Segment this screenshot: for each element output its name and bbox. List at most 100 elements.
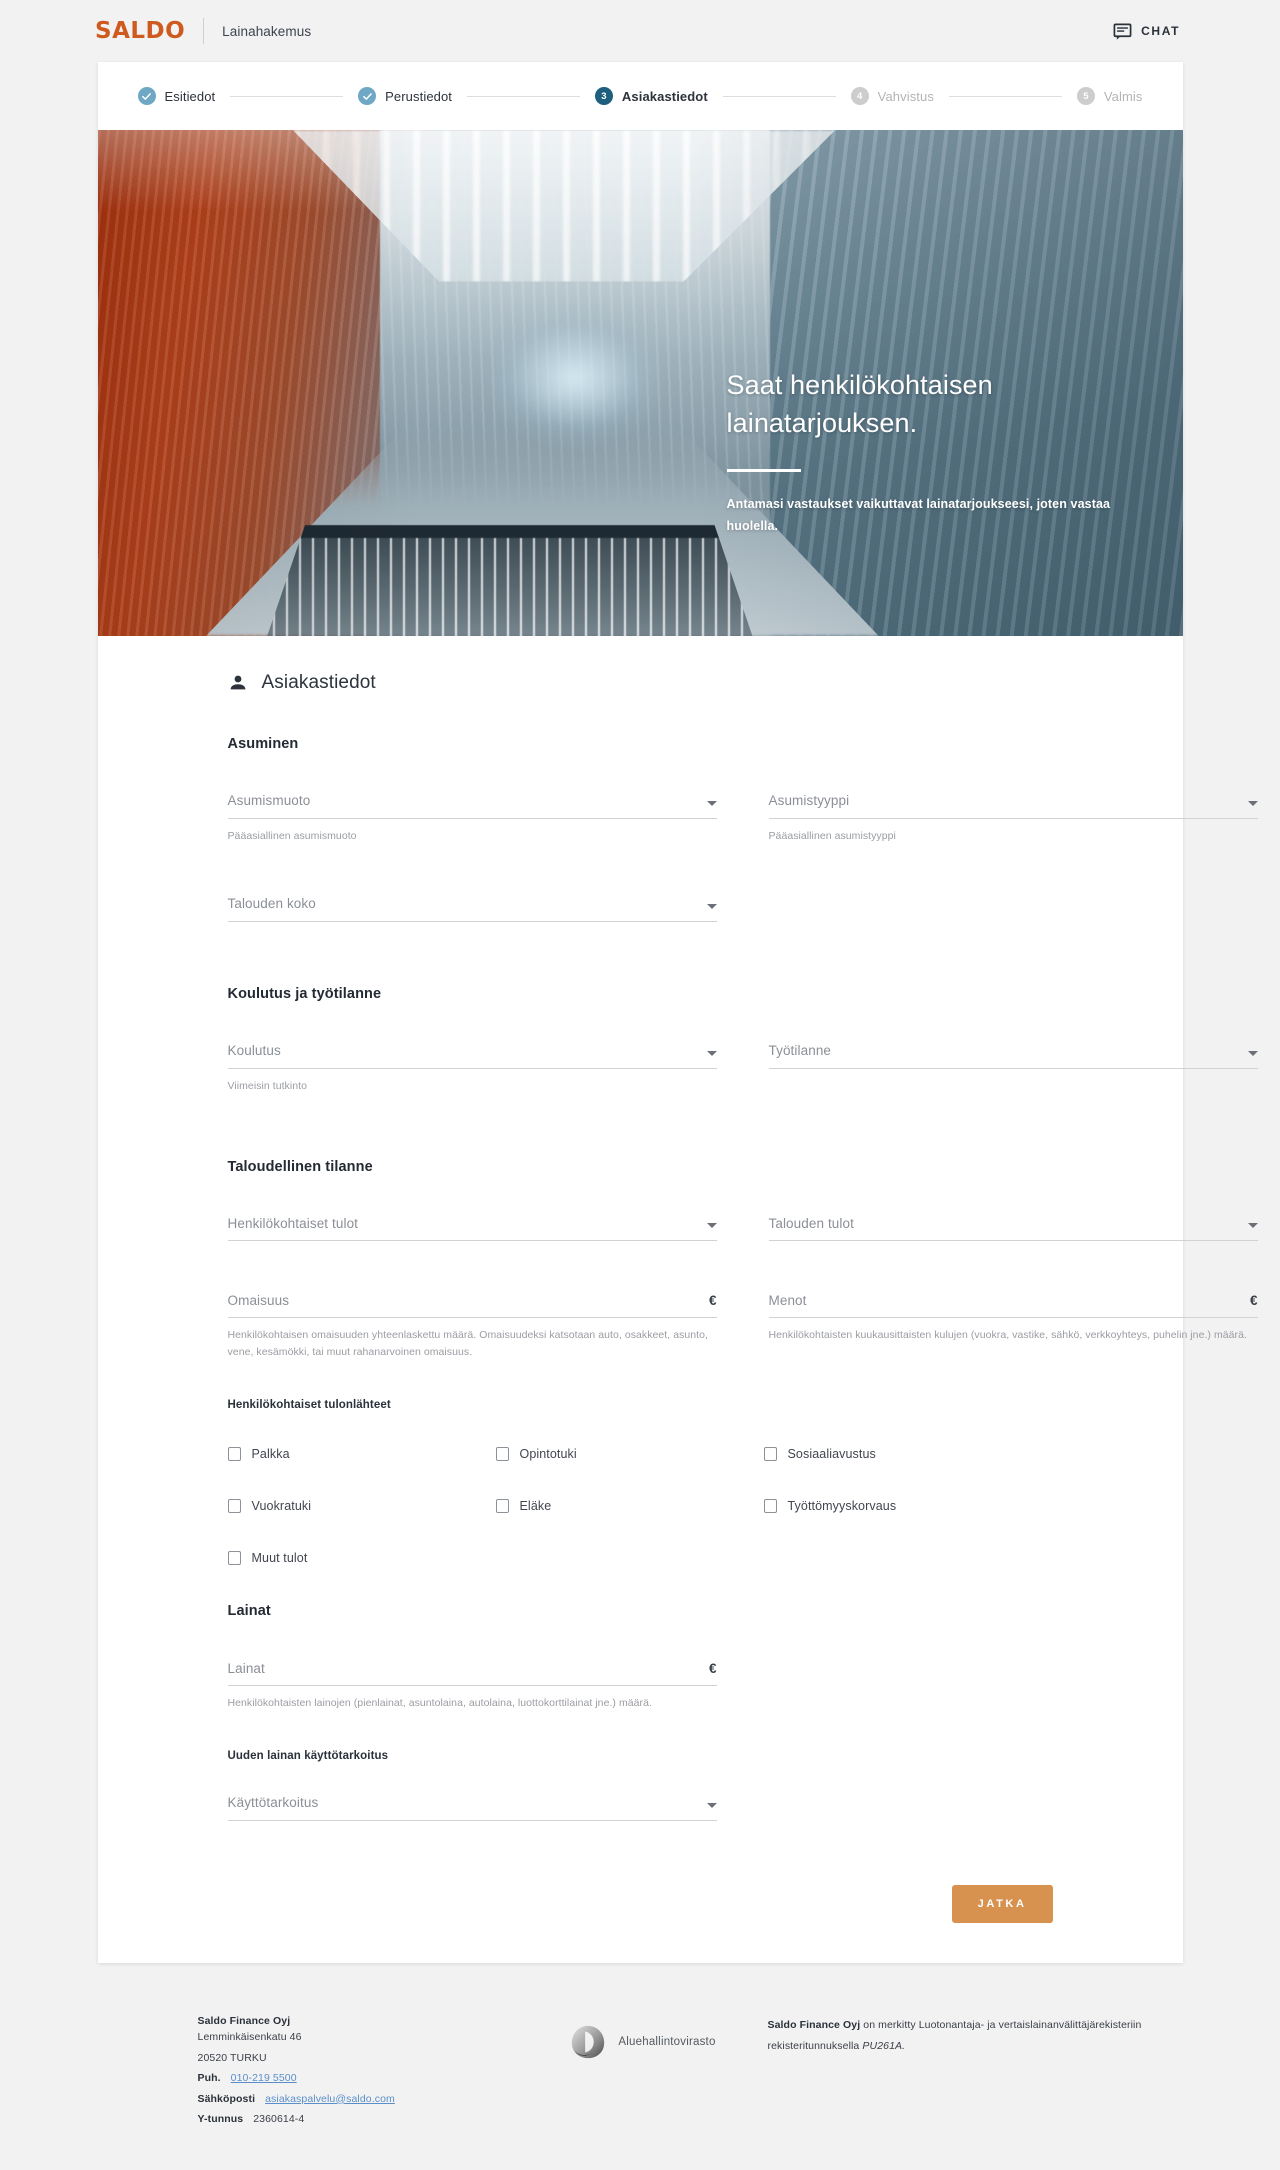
brand-group: SALDO Lainahakemus [95,18,311,44]
chevron-down-icon[interactable] [706,1223,717,1229]
hero-divider [726,468,801,472]
step-4-label: Vahvistus [877,88,934,104]
footer-phone-link[interactable]: 010-219 5500 [231,2068,297,2088]
field-menot[interactable]: Menot € Henkilökohtaisten kuukausittaist… [768,1292,1258,1344]
checkbox-elake[interactable]: Eläke [495,1499,764,1514]
euro-symbol-icon: € [708,1293,717,1309]
field-henkilokohtaiset-tulot[interactable]: Henkilökohtaiset tulot [227,1215,717,1242]
step-connector-4 [948,95,1062,97]
app-title: Lainahakemus [222,23,312,39]
field-omaisuus[interactable]: Omaisuus € Henkilökohtaisen omaisuuden y… [227,1292,717,1361]
footer-email-link[interactable]: asiakaspalvelu@saldo.com [265,2089,395,2109]
chevron-down-icon[interactable] [1247,800,1258,806]
field-tyotilanne[interactable]: Työtilanne [768,1043,1258,1069]
chevron-down-icon[interactable] [1247,1050,1258,1056]
footer-registry-note: Saldo Finance Oyj on merkitty Luotonanta… [768,2015,1183,2056]
step-perustiedot[interactable]: Perustiedot [358,87,452,105]
footer-company-name: Saldo Finance Oyj [197,2015,291,2028]
section-title-koulutus: Koulutus ja työtilanne [227,985,382,1002]
field-omaisuus-help: Henkilökohtaisen omaisuuden yhteenlasket… [227,1329,708,1359]
avi-logo-icon [569,2023,607,2061]
field-lainat[interactable]: Lainat € Henkilökohtaisten lainojen (pie… [227,1661,717,1712]
footer-email-row: Sähköposti asiakaspalvelu@saldo.com [198,2089,518,2109]
step-asiakastiedot[interactable]: 3 Asiakastiedot [594,87,708,105]
field-tyotilanne-col: Työtilanne [768,1043,1258,1103]
checkbox-elake-label: Eläke [519,1499,552,1514]
talous-row-2: Omaisuus € Henkilökohtaisen omaisuuden y… [227,1292,1258,1369]
avi-name: Aluehallintovirasto [618,2036,716,2049]
step-vahvistus[interactable]: 4 Vahvistus [850,87,934,105]
person-icon [228,673,248,693]
step-1-label: Esitiedot [164,88,216,104]
chevron-down-icon[interactable] [706,1803,717,1809]
checkbox-opintotuki[interactable]: Opintotuki [495,1447,764,1462]
step-esitiedot[interactable]: Esitiedot [137,87,216,105]
field-omaisuus-label: Omaisuus [227,1292,290,1308]
checkbox-icon[interactable] [227,1447,241,1462]
field-menot-help: Henkilökohtaisten kuukausittaisten kuluj… [768,1329,1247,1342]
footer-company-info: Saldo Finance Oyj Lemminkäisenkatu 46 20… [98,2015,518,2129]
footer-phone-label: Puh. [197,2072,221,2085]
hero-title: Saat henkilökohtaisen lainatarjouksen. [726,370,993,439]
field-omaisuus-col: Omaisuus € Henkilökohtaisen omaisuuden y… [227,1292,717,1369]
field-lainat-col: Lainat € Henkilökohtaisten lainojen (pie… [227,1661,717,1720]
step-3-label: Asiakastiedot [621,88,708,104]
field-kayttotarkoitus[interactable]: Käyttötarkoitus [227,1795,717,1822]
step-2-label: Perustiedot [385,88,453,104]
hero-subtitle: Antamasi vastaukset vaikuttavat lainatar… [726,496,1111,533]
field-menot-col: Menot € Henkilökohtaisten kuukausittaist… [768,1292,1258,1369]
chat-button[interactable]: CHAT [1113,22,1180,41]
field-koulutus[interactable]: Koulutus Viimeisin tutkinto [227,1043,717,1095]
footer-note-company: Saldo Finance Oyj [767,2019,861,2032]
footer-authority-logo-block: Aluehallintovirasto [518,2015,768,2061]
field-talouden-koko-label: Talouden koko [227,895,316,911]
field-asumistyyppi[interactable]: Asumistyyppi Pääasiallinen asumistyyppi [768,793,1258,845]
field-talouden-tulot[interactable]: Talouden tulot [768,1216,1258,1242]
saldo-logo[interactable]: SALDO [95,18,185,44]
income-sources-label: Henkilökohtaiset tulonlähteet [227,1399,391,1412]
field-asumismuoto-help: Pääasiallinen asumismuoto [227,829,357,842]
hero-content: Saat henkilökohtaisen lainatarjouksen. A… [726,366,1127,537]
chevron-down-icon[interactable] [1247,1223,1258,1229]
customer-details-form: Asiakastiedot Asuminen Asumismuoto Pääas… [98,636,1258,1963]
checkbox-opintotuki-label: Opintotuki [519,1447,577,1462]
checkbox-icon[interactable] [495,1447,509,1462]
field-asumismuoto-label: Asumismuoto [227,793,311,808]
chevron-down-icon[interactable] [706,800,717,806]
chevron-down-icon[interactable] [706,903,717,909]
continue-button[interactable]: JATKA [951,1885,1053,1924]
form-header: Asiakastiedot [228,672,1123,694]
step-5-number: 5 [1076,87,1095,105]
loan-purpose-label: Uuden lainan käyttötarkoitus [227,1750,389,1763]
field-menot-label: Menot [768,1292,807,1308]
step-valmis[interactable]: 5 Valmis [1076,87,1143,105]
chevron-down-icon[interactable] [706,1050,717,1056]
hero-banner: Saat henkilökohtaisen lainatarjouksen. A… [97,130,1183,636]
checkbox-icon[interactable] [763,1447,777,1462]
checkbox-vuokratuki[interactable]: Vuokratuki [227,1499,496,1514]
checkbox-icon[interactable] [495,1499,509,1514]
field-talouden-koko-col: Talouden koko [227,895,717,930]
section-title-taloudellinen: Taloudellinen tilanne [227,1158,373,1175]
field-asumismuoto[interactable]: Asumismuoto Pääasiallinen asumismuoto [227,793,717,845]
field-talouden-koko[interactable]: Talouden koko [227,895,717,922]
field-lainat-help: Henkilökohtaisten lainojen (pienlainat, … [227,1697,652,1710]
section-title-asuminen: Asuminen [227,736,299,752]
checkbox-sosiaaliavustus[interactable]: Sosiaaliavustus [763,1447,1032,1462]
page-footer: Saldo Finance Oyj Lemminkäisenkatu 46 20… [98,1993,1183,2169]
checkbox-palkka[interactable]: Palkka [227,1447,496,1462]
checkbox-icon[interactable] [227,1499,241,1514]
asuminen-row-1: Asumismuoto Pääasiallinen asumismuoto As… [227,793,1258,853]
checkbox-tyottomyyskorvaus[interactable]: Työttömyyskorvaus [763,1499,1032,1514]
checkbox-sosiaaliavustus-label: Sosiaaliavustus [787,1447,876,1462]
checkbox-muut-tulot[interactable]: Muut tulot [227,1551,496,1566]
footer-city: 20520 TURKU [197,2051,267,2064]
checkbox-icon[interactable] [227,1551,241,1566]
field-kayttotarkoitus-label: Käyttötarkoitus [227,1795,319,1811]
checkbox-icon[interactable] [763,1499,777,1514]
lainat-row-1: Lainat € Henkilökohtaisten lainojen (pie… [227,1661,1123,1720]
lainat-empty-col [769,1661,1258,1720]
submit-row: JATKA [228,1885,1123,1924]
field-henkilokohtaiset-tulot-label: Henkilökohtaiset tulot [227,1215,359,1231]
footer-business-id-row: Y-tunnus 2360614-4 [198,2109,518,2129]
